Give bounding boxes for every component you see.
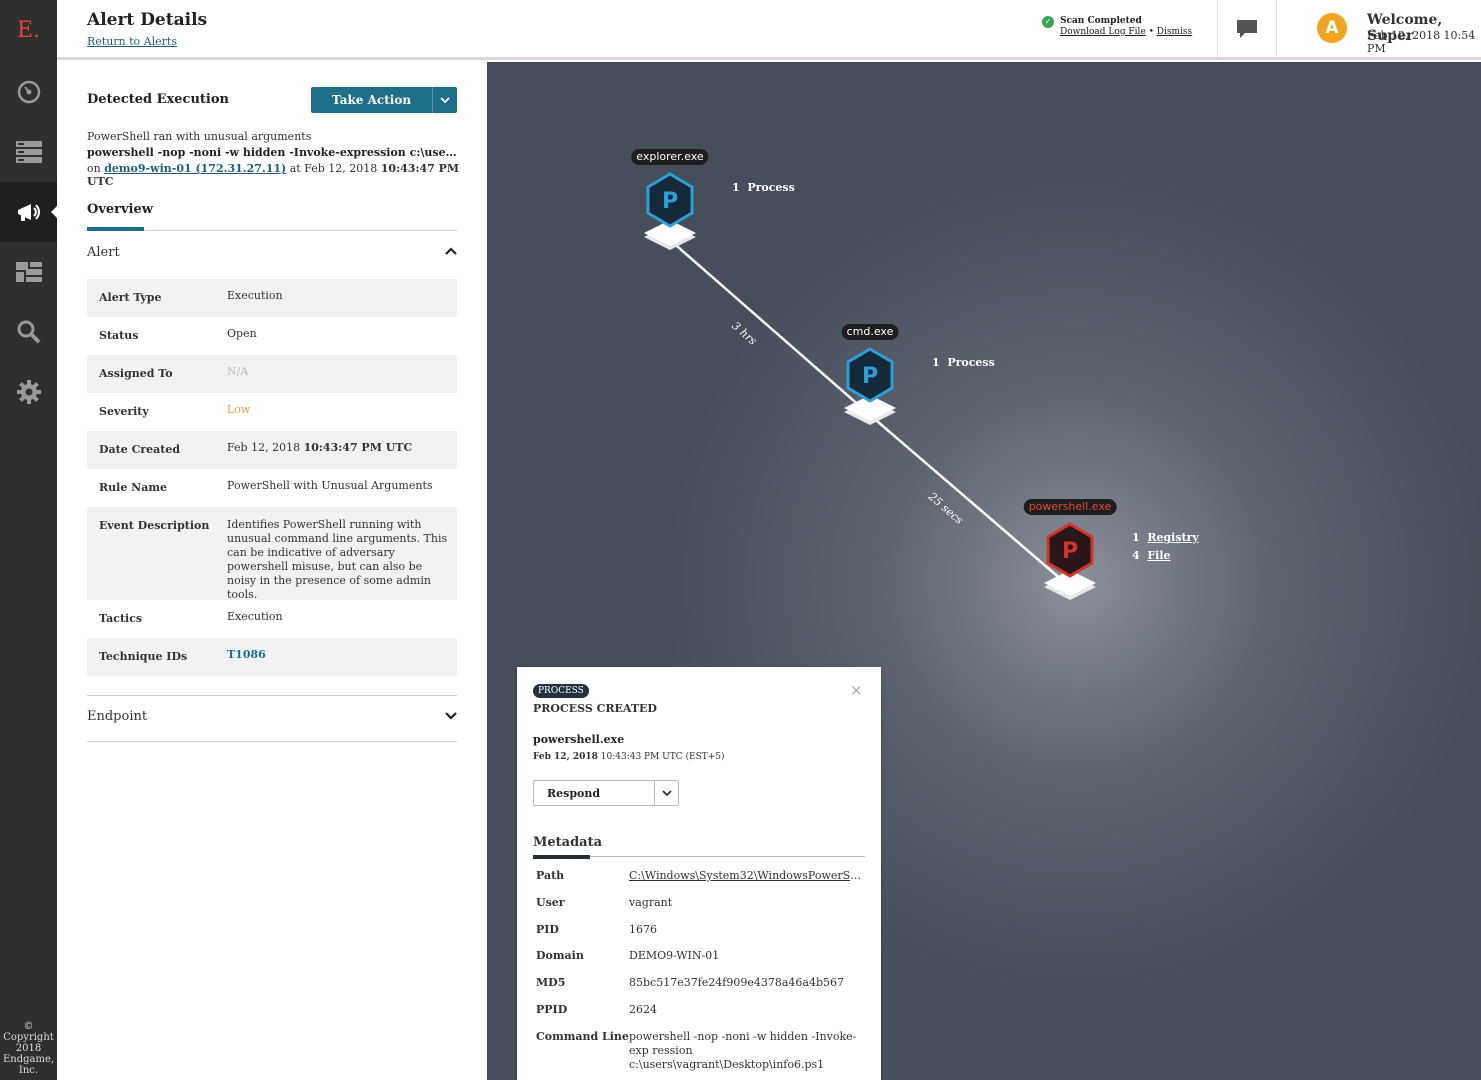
active-tab-indicator xyxy=(533,855,590,859)
download-log-link[interactable]: Download Log File xyxy=(1060,27,1146,37)
megaphone-icon xyxy=(17,204,40,221)
alert-table: Alert Type Execution Status Open Assigned … xyxy=(87,279,457,676)
popup-title: PROCESS CREATED xyxy=(533,702,657,715)
table-row: Date Created Feb 12, 2018 10:43:47 PM UTC xyxy=(87,431,457,469)
process-date: Feb 12, 2018 10:43:43 PM UTC (EST+5) xyxy=(533,752,725,762)
file-link[interactable]: File xyxy=(1147,549,1170,562)
process-node-explorer[interactable]: P xyxy=(644,172,696,250)
search-icon xyxy=(17,320,40,344)
active-tab-indicator xyxy=(87,227,144,231)
graph-edge xyxy=(669,239,871,416)
endgame-logo[interactable]: E. xyxy=(0,0,57,60)
check-icon: ✓ xyxy=(1042,16,1054,28)
alert-detail-panel: Detected Execution Take Action PowerShel… xyxy=(57,62,487,1080)
host-link[interactable]: demo9-win-01 (172.31.27.11) xyxy=(104,162,286,175)
table-row: Status Open xyxy=(99,327,257,342)
process-node-powershell[interactable]: P xyxy=(1044,522,1096,600)
current-datetime: Feb 12, 2018 10:54 PM xyxy=(1367,29,1476,55)
svg-text:P: P xyxy=(862,364,878,389)
table-row: Event Description Identifies PowerShell r… xyxy=(87,507,457,601)
divider xyxy=(87,695,457,696)
chevron-down-icon[interactable] xyxy=(654,781,678,805)
node-stats: 1 Registry 4 File xyxy=(1132,531,1199,562)
table-row: Tactics Execution xyxy=(99,610,283,625)
detection-summary: PowerShell ran with unusual arguments xyxy=(87,130,312,143)
node-label[interactable]: cmd.exe xyxy=(841,324,899,340)
chevron-down-icon[interactable] xyxy=(432,87,457,113)
close-icon[interactable]: × xyxy=(850,681,863,699)
scan-status: ✓ Scan Completed Download Log File • Dis… xyxy=(1042,16,1192,38)
process-detail-popup: PROCESS × PROCESS CREATED powershell.exe… xyxy=(517,667,881,1080)
gear-icon xyxy=(16,380,41,404)
process-node-cmd[interactable]: P xyxy=(844,347,896,425)
header: Alert Details Return to Alerts ✓ Scan Co… xyxy=(57,0,1481,60)
node-stats: 1 Process xyxy=(732,181,795,194)
table-row: Alert Type Execution xyxy=(87,279,457,317)
detection-title: Detected Execution xyxy=(87,92,229,107)
chevron-down-icon[interactable] xyxy=(444,709,458,723)
avatar[interactable]: A xyxy=(1317,13,1347,43)
tab-overview[interactable]: Overview xyxy=(87,202,153,217)
search-nav[interactable] xyxy=(0,302,57,362)
chevron-up-icon[interactable] xyxy=(444,244,458,258)
copyright-text: © Copyright 2018 Endgame, Inc. xyxy=(2,1021,55,1076)
svg-text:P: P xyxy=(1062,539,1078,564)
technique-id-link[interactable]: T1086 xyxy=(227,648,449,662)
metadata-tab[interactable]: Metadata xyxy=(533,835,602,850)
sidebar: E. © Copyright 2018 Endgame, Inc. xyxy=(0,0,57,1080)
page-title: Alert Details xyxy=(87,10,208,30)
investigations-nav[interactable] xyxy=(0,242,57,302)
svg-text:P: P xyxy=(662,189,678,214)
endpoints-nav[interactable] xyxy=(0,122,57,182)
server-icon xyxy=(15,141,42,163)
divider xyxy=(87,741,457,742)
blocks-icon xyxy=(15,262,42,282)
process-name: powershell.exe xyxy=(533,733,625,746)
table-row: Rule Name PowerShell with Unusual Argumen… xyxy=(99,479,433,494)
alerts-nav[interactable] xyxy=(0,182,57,242)
dismiss-link[interactable]: Dismiss xyxy=(1157,27,1192,37)
registry-link[interactable]: Registry xyxy=(1147,531,1198,544)
detection-command: powershell -nop -noni -w hidden -Invoke-… xyxy=(87,146,457,159)
dashboard-nav[interactable] xyxy=(0,62,57,122)
take-action-button[interactable]: Take Action xyxy=(311,87,457,113)
return-to-alerts-link[interactable]: Return to Alerts xyxy=(87,35,177,48)
table-row: Severity Low xyxy=(99,403,251,418)
node-stats: 1 Process xyxy=(932,356,995,369)
respond-button[interactable]: Respond xyxy=(533,780,679,806)
alert-section-toggle[interactable]: Alert xyxy=(87,245,120,260)
settings-nav[interactable] xyxy=(0,362,57,422)
process-badge: PROCESS xyxy=(533,684,589,698)
endpoint-section-toggle[interactable]: Endpoint xyxy=(87,709,147,724)
node-label[interactable]: explorer.exe xyxy=(631,149,709,165)
chat-button[interactable] xyxy=(1218,0,1276,57)
gauge-icon xyxy=(17,80,40,104)
path-link[interactable]: C:\Windows\System32\WindowsPowerShell\v1… xyxy=(629,869,865,883)
table-row: Technique IDs T1086 xyxy=(87,638,457,676)
chat-icon xyxy=(1237,19,1257,38)
node-label[interactable]: powershell.exe xyxy=(1023,499,1117,515)
detection-host-line: on demo9-win-01 (172.31.27.11) at Feb 12… xyxy=(87,162,460,188)
divider xyxy=(1276,0,1277,57)
table-row: Assigned To N/A xyxy=(87,355,457,393)
